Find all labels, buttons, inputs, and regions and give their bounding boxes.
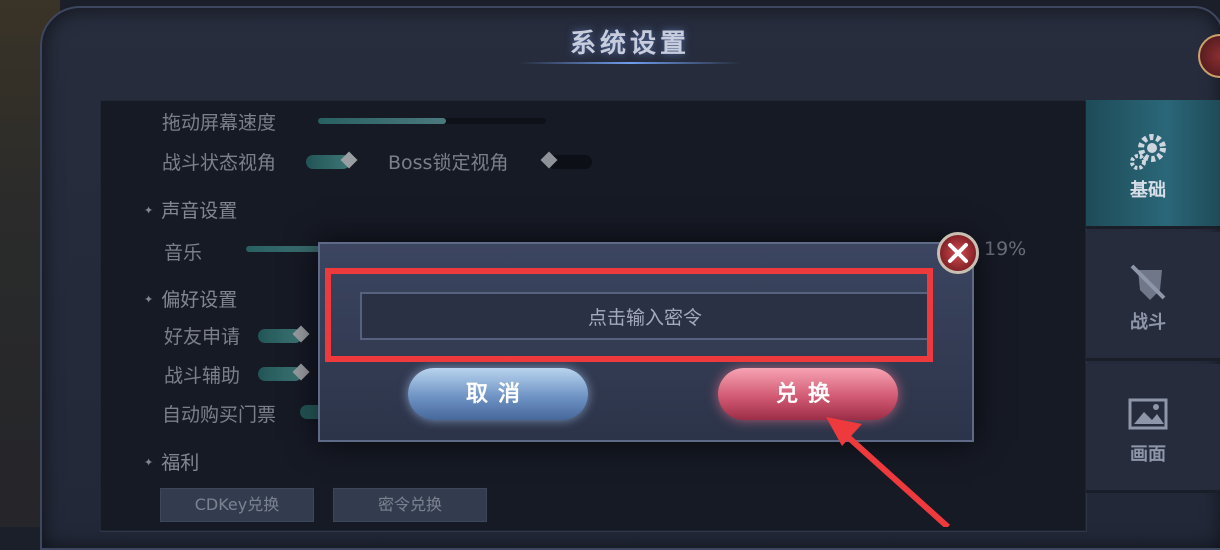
cancel-button-label: 取消 (465, 381, 530, 407)
panel-title-area: 系统设置 (540, 18, 720, 70)
tab-battle-label: 战斗 (1130, 312, 1166, 333)
redeem-button-label: 兑换 (775, 381, 840, 407)
gear-icon (1130, 134, 1166, 170)
tab-graphics-label: 画面 (1130, 444, 1166, 465)
tab-battle[interactable]: 战斗 (1086, 232, 1220, 361)
tab-basic-label: 基础 (1130, 180, 1166, 201)
sword-shield-icon (1130, 264, 1166, 300)
panel-title: 系统设置 (569, 29, 690, 59)
tab-graphics[interactable]: 画面 (1086, 364, 1220, 493)
redeem-button[interactable]: 兑换 (718, 368, 898, 420)
close-icon (948, 243, 968, 263)
cancel-button[interactable]: 取消 (408, 368, 588, 420)
input-highlight-box (325, 268, 933, 362)
image-icon (1128, 398, 1168, 430)
side-tab-bar: 基础 战斗 画面 (1086, 100, 1220, 527)
close-dialog-button[interactable] (937, 232, 979, 274)
tab-basic[interactable]: 基础 (1086, 100, 1220, 229)
